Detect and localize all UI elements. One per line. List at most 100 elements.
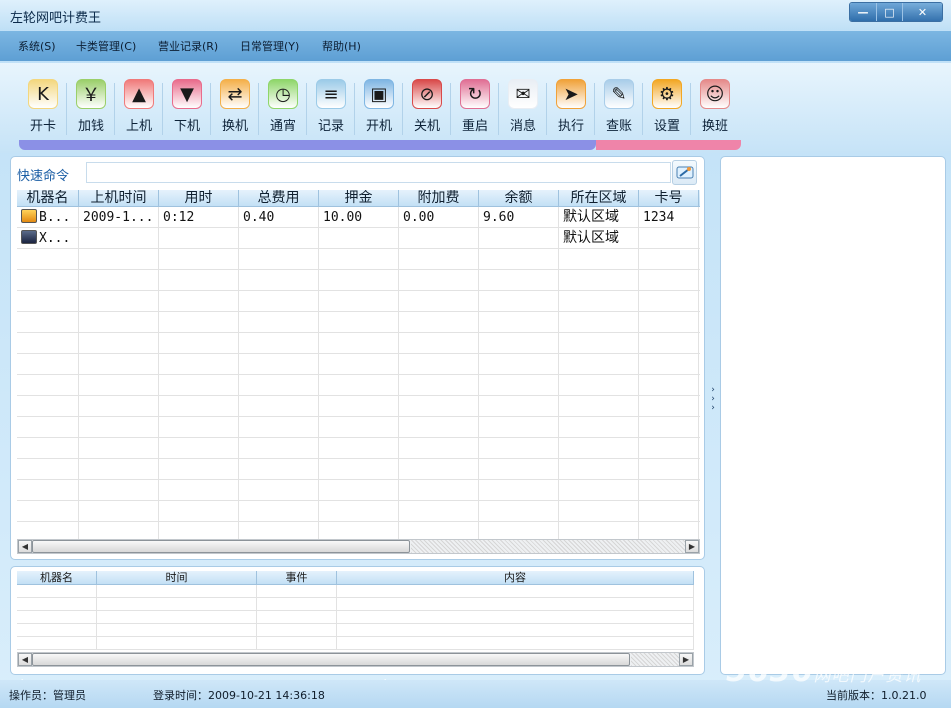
column-header[interactable]: 总费用 — [239, 190, 319, 206]
toolbar-button-message[interactable]: ✉ 消息 — [499, 79, 547, 139]
open-card-icon: K — [28, 79, 58, 109]
toolbar-separator — [402, 83, 403, 135]
toolbar-button-restart[interactable]: ↻ 重启 — [451, 79, 499, 139]
table-cell — [17, 333, 79, 353]
menu-system[interactable]: 系统(S) — [18, 38, 56, 54]
column-header[interactable]: 卡号 — [639, 190, 699, 206]
table-cell — [239, 417, 319, 437]
toolbar-button-power-off[interactable]: ⊘ 关机 — [403, 79, 451, 139]
column-header[interactable]: 附加费 — [399, 190, 479, 206]
scroll-right-arrow[interactable]: ▶ — [685, 540, 699, 553]
menu-business-records[interactable]: 营业记录(R) — [158, 38, 218, 54]
scroll-track[interactable] — [631, 653, 679, 666]
toolbar-label: 下机 — [173, 119, 200, 134]
log-column-header[interactable]: 机器名 — [17, 571, 97, 584]
scroll-track[interactable] — [411, 540, 685, 553]
table-cell — [399, 501, 479, 521]
table-cell — [79, 249, 159, 269]
table-cell — [479, 312, 559, 332]
toolbar-button-add-money[interactable]: ￥ 加钱 — [67, 79, 115, 139]
table-cell — [639, 417, 699, 437]
log-column-header[interactable]: 内容 — [337, 571, 694, 584]
table-cell — [239, 396, 319, 416]
quick-command-button[interactable] — [672, 160, 697, 185]
column-header[interactable]: 上机时间 — [79, 190, 159, 206]
table-cell — [559, 312, 639, 332]
table-cell: 0.00 — [399, 207, 479, 227]
toolbar-label: 换班 — [701, 119, 728, 134]
toolbar-label: 记录 — [317, 119, 344, 134]
toolbar-button-audit[interactable]: ✎ 查账 — [595, 79, 643, 139]
toolbar-button-logon[interactable]: ▲ 上机 — [115, 79, 163, 139]
table-cell — [559, 417, 639, 437]
watermark-number: 5636 — [726, 654, 814, 689]
quick-command-input[interactable] — [86, 162, 671, 183]
shift-change-icon: ☺ — [700, 79, 730, 109]
table-cell — [399, 375, 479, 395]
table-cell — [17, 396, 79, 416]
log-column-header[interactable]: 时间 — [97, 571, 257, 584]
scroll-right-arrow[interactable]: ▶ — [679, 653, 693, 666]
toolbar-button-switch-machine[interactable]: ⇄ 换机 — [211, 79, 259, 139]
menu-daily-management[interactable]: 日常管理(Y) — [240, 38, 299, 54]
toolbar-button-shift-change[interactable]: ☺ 换班 — [691, 79, 739, 139]
table-cell — [159, 270, 239, 290]
scroll-left-arrow[interactable]: ◀ — [18, 653, 32, 666]
event-log-panel: 机器名 时间 事件 内容 ◀ ▶ — [10, 566, 705, 675]
log-cell — [337, 611, 694, 623]
table-cell — [399, 291, 479, 311]
log-cell — [17, 598, 97, 610]
log-cell — [97, 624, 257, 636]
log-cell — [337, 598, 694, 610]
menu-card-management[interactable]: 卡类管理(C) — [76, 38, 136, 54]
toolbar-separator — [114, 83, 115, 135]
table-cell — [159, 291, 239, 311]
toolbar-button-execute[interactable]: ➤ 执行 — [547, 79, 595, 139]
table-cell — [399, 417, 479, 437]
column-header[interactable]: 机器名 — [17, 190, 79, 206]
toolbar-button-open-card[interactable]: K 开卡 — [19, 79, 67, 139]
minimize-button[interactable]: — — [850, 3, 876, 21]
column-header[interactable]: 押金 — [319, 190, 399, 206]
event-log-grid[interactable]: 机器名 时间 事件 内容 — [17, 571, 694, 651]
machine-grid[interactable]: 机器名 上机时间 用时 总费用 押金 附加费 余额 所在区域 卡号 B... 2009-1... 0… — [17, 190, 700, 542]
toolbar-button-overnight[interactable]: ◷ 通宵 — [259, 79, 307, 139]
collapse-panel-handle[interactable]: › › › — [708, 386, 718, 420]
table-row[interactable]: X... 默认区域 — [17, 228, 700, 249]
table-cell — [559, 438, 639, 458]
title-bar[interactable]: 左轮网吧计费王 — □ ✕ — [0, 0, 951, 30]
toolbar-button-logoff[interactable]: ▼ 下机 — [163, 79, 211, 139]
table-cell — [479, 438, 559, 458]
event-log-hscrollbar[interactable]: ◀ ▶ — [17, 652, 694, 667]
column-header[interactable]: 所在区域 — [559, 190, 639, 206]
table-cell — [319, 312, 399, 332]
log-column-header[interactable]: 事件 — [257, 571, 337, 584]
table-row — [17, 333, 700, 354]
log-cell — [97, 598, 257, 610]
log-cell — [257, 585, 337, 597]
table-cell — [639, 228, 699, 248]
table-cell — [319, 480, 399, 500]
table-cell — [399, 438, 479, 458]
table-cell — [479, 228, 559, 248]
toolbar-button-power-on[interactable]: ▣ 开机 — [355, 79, 403, 139]
column-header[interactable]: 用时 — [159, 190, 239, 206]
scroll-thumb[interactable] — [32, 653, 630, 666]
toolbar-label: 通宵 — [269, 119, 296, 134]
table-cell — [159, 438, 239, 458]
maximize-button[interactable]: □ — [876, 3, 902, 21]
machine-grid-hscrollbar[interactable]: ◀ ▶ — [17, 539, 700, 554]
table-row[interactable]: B... 2009-1... 0:12 0.40 10.00 0.00 9.60 默认区域 12… — [17, 207, 700, 228]
toolbar-button-records[interactable]: ≡ 记录 — [307, 79, 355, 139]
table-cell — [399, 480, 479, 500]
scroll-thumb[interactable] — [32, 540, 410, 553]
toolbar-button-settings[interactable]: ⚙ 设置 — [643, 79, 691, 139]
table-cell — [559, 333, 639, 353]
menu-help[interactable]: 帮助(H) — [322, 38, 361, 54]
table-cell — [239, 438, 319, 458]
column-header[interactable]: 余额 — [479, 190, 559, 206]
table-cell: 2009-1... — [79, 207, 159, 227]
scroll-left-arrow[interactable]: ◀ — [18, 540, 32, 553]
close-button[interactable]: ✕ — [902, 3, 942, 21]
machine-name: X... — [39, 231, 71, 246]
